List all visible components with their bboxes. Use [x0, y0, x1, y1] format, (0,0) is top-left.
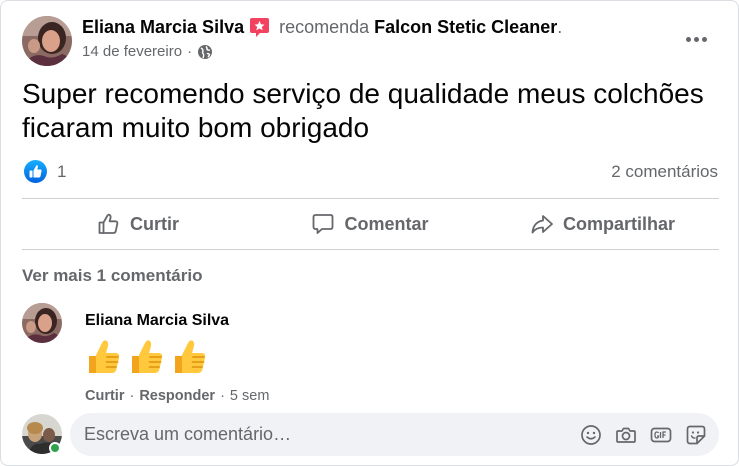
meta-separator: · — [220, 388, 225, 404]
meta-separator: · — [187, 43, 193, 60]
post-card: Eliana Marcia Silva recomenda Falcon Ste… — [0, 0, 739, 466]
thumbs-up-icon — [98, 213, 119, 234]
more-dot — [685, 36, 691, 42]
share-arrow-icon — [531, 215, 553, 234]
comment-count[interactable]: 2 comentários — [611, 161, 718, 183]
author-name[interactable]: Eliana Marcia Silva — [82, 16, 244, 38]
camera-icon[interactable] — [615, 424, 637, 446]
divider — [22, 198, 719, 199]
author-avatar[interactable] — [22, 16, 72, 66]
commenter-avatar[interactable] — [22, 303, 62, 343]
post-header: Eliana Marcia Silva recomenda Falcon Ste… — [82, 16, 562, 38]
see-more-comments[interactable]: Ver mais 1 comentário — [22, 265, 202, 287]
emoji-icon[interactable] — [580, 424, 602, 446]
globe-icon[interactable] — [197, 44, 213, 60]
divider — [22, 249, 719, 250]
post-text: Super recomendo serviço de qualidade meu… — [22, 78, 704, 143]
share-button[interactable]: Compartilhar — [486, 204, 719, 244]
share-label: Compartilhar — [562, 213, 676, 234]
thumbs-up-emoji — [132, 340, 163, 373]
comment-actions: Curtir · Responder · 5 sem — [85, 387, 269, 405]
comment-author[interactable]: Eliana Marcia Silva — [85, 311, 229, 331]
like-reaction-icon[interactable] — [24, 160, 47, 183]
comment-time[interactable]: 5 sem — [230, 388, 270, 404]
current-user-avatar[interactable] — [22, 414, 62, 454]
post-meta: 14 de fevereiro · — [82, 42, 213, 62]
end-dot: . — [557, 17, 563, 37]
like-button[interactable]: Curtir — [22, 204, 254, 244]
sticker-icon[interactable] — [685, 424, 707, 446]
comment-like-link[interactable]: Curtir — [85, 388, 124, 404]
comment-input[interactable] — [70, 413, 550, 456]
reaction-count[interactable]: 1 — [57, 161, 66, 183]
comment-body — [85, 336, 214, 376]
comment-button[interactable]: Comentar — [254, 204, 486, 244]
meta-separator: · — [129, 388, 135, 404]
more-dot — [693, 36, 699, 42]
like-label: Curtir — [130, 213, 179, 234]
more-dot — [701, 36, 707, 42]
online-status-dot — [49, 442, 61, 454]
post-date[interactable]: 14 de fevereiro — [82, 42, 182, 62]
gif-icon[interactable] — [650, 424, 672, 446]
recommend-verb: recomenda — [279, 17, 370, 37]
recommend-star-icon — [249, 17, 270, 38]
more-options-icon[interactable] — [676, 23, 716, 55]
thumbs-up-emoji — [175, 340, 206, 373]
comment-composer — [70, 413, 719, 456]
page-name[interactable]: Falcon Stetic Cleaner — [374, 16, 557, 38]
comment-reply-link[interactable]: Responder — [139, 388, 215, 404]
comment-label: Comentar — [344, 213, 429, 234]
thumbs-up-emoji — [89, 340, 120, 373]
comment-bubble-icon — [313, 214, 334, 234]
